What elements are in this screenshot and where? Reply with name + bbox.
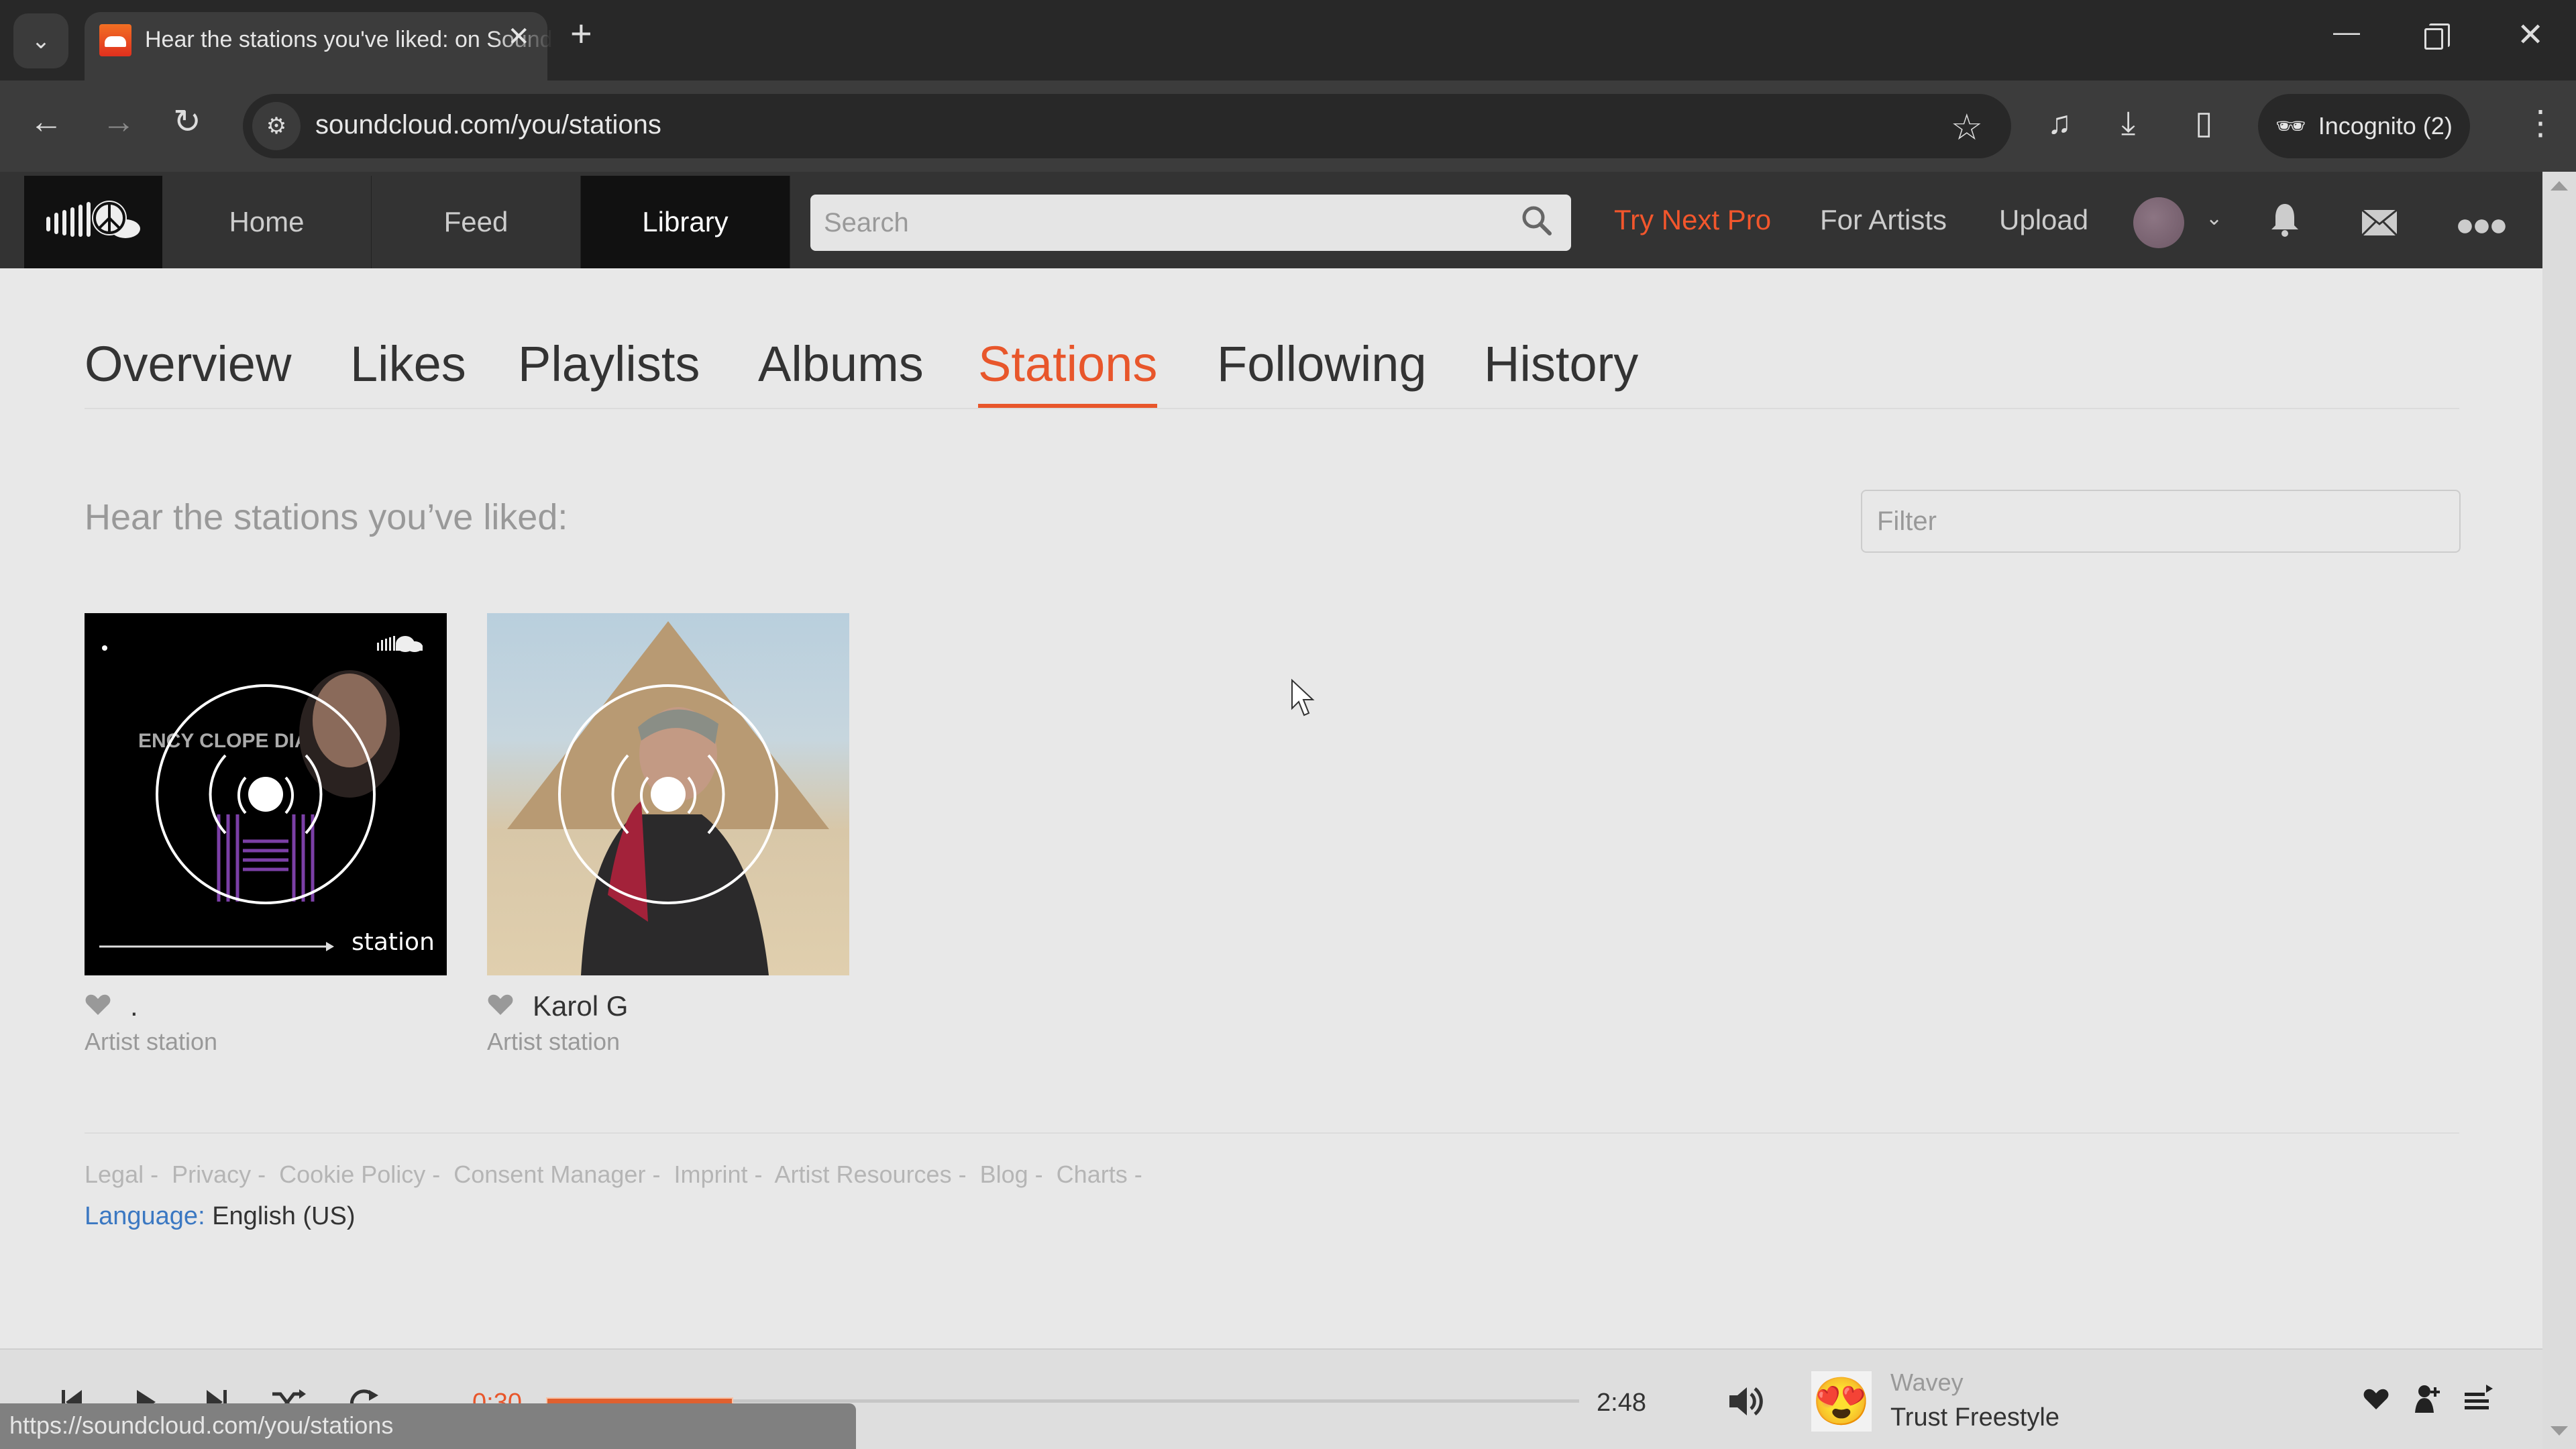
reload-icon[interactable]: ↻ — [173, 105, 201, 138]
tab-playlists[interactable]: Playlists — [518, 335, 700, 408]
volume-icon[interactable] — [1728, 1385, 1766, 1421]
station-card: Karol G Artist station — [487, 613, 849, 1056]
tab-albums[interactable]: Albums — [758, 335, 924, 408]
close-window-icon[interactable]: ✕ — [2517, 16, 2544, 54]
like-heart-icon[interactable] — [2363, 1387, 2390, 1415]
station-name[interactable]: . — [130, 990, 138, 1022]
for-artists-link[interactable]: For Artists — [1820, 204, 1947, 236]
chevron-down-icon[interactable]: ⌄ — [2206, 207, 2222, 230]
follow-user-icon[interactable] — [2412, 1383, 2443, 1417]
browser-menu-icon[interactable]: ⋮ — [2524, 103, 2557, 142]
language-value: English (US) — [212, 1202, 356, 1230]
user-avatar[interactable] — [2133, 197, 2184, 248]
tab-following[interactable]: Following — [1217, 335, 1427, 408]
station-type: Artist station — [85, 1028, 218, 1055]
language-selector[interactable]: Language: English (US) — [85, 1202, 356, 1231]
try-next-pro-link[interactable]: Try Next Pro — [1614, 204, 1771, 236]
new-tab-button[interactable]: + — [570, 15, 592, 52]
download-icon[interactable]: ⤓ — [2121, 107, 2135, 140]
progress-fill — [547, 1399, 733, 1403]
footer-links: Legal - Privacy - Cookie Policy - Consent M… — [85, 1161, 1142, 1188]
url-text[interactable]: soundcloud.com/you/stations — [315, 110, 661, 140]
tab-title: Hear the stations you've liked: on Sound… — [145, 27, 554, 52]
forward-arrow-icon[interactable]: → — [102, 105, 136, 138]
notifications-bell-icon[interactable] — [2270, 201, 2300, 241]
footer-link-legal[interactable]: Legal — [85, 1161, 144, 1188]
footer-link-blog[interactable]: Blog — [980, 1161, 1028, 1188]
station-artwork[interactable]: ENCY CLOPE DIA station — [85, 613, 447, 975]
search-icon[interactable] — [1520, 204, 1554, 241]
heart-icon[interactable] — [487, 994, 514, 1020]
browser-tab-strip: ⌄ Hear the stations you've liked: on Sou… — [0, 0, 2576, 80]
main-content: Overview Likes Playlists Albums Stations… — [0, 268, 2542, 1348]
browser-toolbar: ← → ↻ ⚙ soundcloud.com/you/stations ☆ ♫ … — [0, 80, 2576, 172]
tab-overview[interactable]: Overview — [85, 335, 291, 408]
filter-input[interactable] — [1861, 490, 2461, 553]
nav-library[interactable]: Library — [581, 176, 790, 268]
scroll-down-arrow-icon[interactable] — [2551, 1426, 2568, 1436]
track-duration: 2:48 — [1597, 1389, 1646, 1417]
scroll-up-arrow-icon[interactable] — [2551, 181, 2568, 191]
station-type: Artist station — [487, 1028, 621, 1055]
heart-eyes-emoji-icon: 😍 — [1812, 1375, 1871, 1428]
tab-search-button[interactable]: ⌄ — [13, 13, 68, 68]
track-artwork[interactable]: 😍 — [1811, 1371, 1872, 1432]
track-artist[interactable]: Wavey — [1890, 1368, 1964, 1397]
nav-feed[interactable]: Feed — [372, 176, 581, 268]
heart-icon[interactable] — [85, 994, 111, 1020]
site-info-icon[interactable]: ⚙ — [252, 102, 301, 150]
station-card: ENCY CLOPE DIA station . Artist station — [85, 613, 447, 1056]
back-arrow-icon[interactable]: ← — [30, 105, 63, 138]
art-text: ENCY CLOPE DIA — [138, 730, 309, 752]
site-header: Home Feed Library Try Next Pro For Artis… — [0, 172, 2542, 268]
more-options-icon[interactable]: ●●● — [2455, 207, 2508, 244]
track-title[interactable]: Trust Freestyle — [1890, 1403, 2059, 1432]
incognito-label: Incognito (2) — [2318, 112, 2453, 140]
restore-window-icon[interactable] — [2424, 23, 2450, 50]
side-panel-icon[interactable]: ▯ — [2195, 107, 2212, 140]
page-scrollbar[interactable] — [2542, 172, 2576, 1449]
station-label: station — [352, 928, 435, 956]
incognito-icon: 🕶 — [2275, 112, 2306, 140]
incognito-badge[interactable]: 🕶 Incognito (2) — [2258, 94, 2470, 158]
footer-divider — [85, 1132, 2459, 1134]
footer-link-charts[interactable]: Charts — [1057, 1161, 1128, 1188]
mouse-cursor-icon — [1291, 679, 1315, 716]
media-control-icon[interactable]: ♫ — [2047, 107, 2072, 140]
tab-likes[interactable]: Likes — [350, 335, 466, 408]
progress-bar[interactable] — [547, 1399, 1579, 1403]
chevron-down-icon: ⌄ — [31, 28, 51, 54]
library-tabs: Overview Likes Playlists Albums Stations… — [85, 335, 2459, 409]
bookmark-star-icon[interactable]: ☆ — [1951, 106, 1983, 148]
upload-link[interactable]: Upload — [1999, 204, 2088, 236]
link-status-bubble: https://soundcloud.com/you/stations — [0, 1403, 856, 1449]
search-input[interactable] — [810, 195, 1571, 251]
soundcloud-logo-icon[interactable] — [24, 176, 162, 268]
footer-link-privacy[interactable]: Privacy — [172, 1161, 251, 1188]
footer-link-imprint[interactable]: Imprint — [674, 1161, 747, 1188]
footer-link-consent-manager[interactable]: Consent Manager — [453, 1161, 645, 1188]
footer-link-artist-resources[interactable]: Artist Resources — [775, 1161, 952, 1188]
soundcloud-favicon-icon — [99, 24, 131, 56]
stations-heading: Hear the stations you’ve liked: — [85, 497, 568, 537]
station-artwork[interactable] — [487, 613, 849, 975]
language-label[interactable]: Language: — [85, 1202, 205, 1230]
tab-stations[interactable]: Stations — [978, 335, 1158, 408]
close-tab-icon[interactable]: ✕ — [507, 21, 530, 52]
station-name[interactable]: Karol G — [533, 990, 628, 1022]
tab-history[interactable]: History — [1484, 335, 1638, 408]
nav-home[interactable]: Home — [162, 176, 372, 268]
next-up-queue-icon[interactable] — [2463, 1383, 2494, 1417]
address-bar[interactable]: ⚙ soundcloud.com/you/stations ☆ — [243, 94, 2011, 158]
messages-mail-icon[interactable] — [2361, 209, 2398, 239]
minimize-icon[interactable]: — — [2333, 17, 2360, 48]
browser-tab[interactable]: Hear the stations you've liked: on Sound… — [85, 12, 554, 80]
footer-link-cookie-policy[interactable]: Cookie Policy — [279, 1161, 425, 1188]
